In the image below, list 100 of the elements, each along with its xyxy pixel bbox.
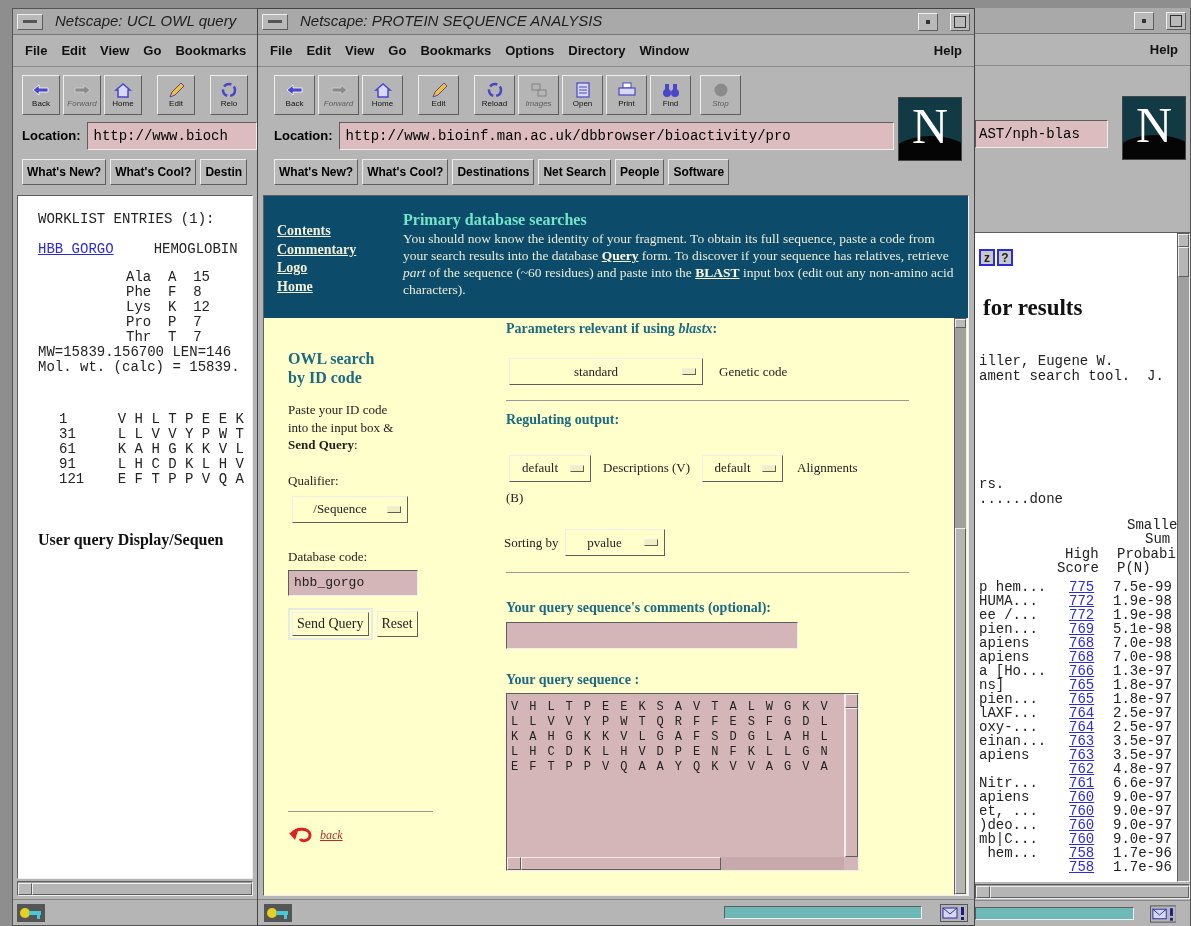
link[interactable]: 764 bbox=[1069, 705, 1095, 721]
directory-button[interactable]: People bbox=[615, 159, 665, 185]
menu-item[interactable]: Bookmarks bbox=[420, 40, 492, 61]
menu-item[interactable]: Help bbox=[933, 40, 962, 61]
table-cell: 1.7e-96 bbox=[1113, 846, 1172, 860]
link[interactable]: 760 bbox=[1069, 789, 1095, 805]
directory-button[interactable]: Net Search bbox=[538, 159, 612, 185]
toolbar-button[interactable]: Relo bbox=[210, 75, 248, 115]
link[interactable]: 768 bbox=[1069, 635, 1095, 651]
menu-item[interactable]: View bbox=[344, 40, 375, 61]
link[interactable]: 775 bbox=[1069, 579, 1095, 595]
location-label: Location: bbox=[22, 127, 81, 146]
link[interactable]: 772 bbox=[1069, 593, 1095, 609]
vertical-scrollbar[interactable] bbox=[1177, 233, 1190, 882]
toolbar-button[interactable]: Home bbox=[362, 75, 403, 115]
button[interactable]: ? bbox=[997, 249, 1013, 266]
menu-item[interactable]: Bookmarks bbox=[175, 40, 247, 61]
back-arrow-icon bbox=[31, 82, 51, 98]
nav-link[interactable]: Home bbox=[277, 277, 313, 296]
nav-link[interactable]: Contents bbox=[277, 222, 331, 241]
toolbar-button[interactable]: Print bbox=[606, 75, 647, 115]
directory-button[interactable]: Destinations bbox=[452, 159, 535, 185]
menu-item[interactable]: Options bbox=[505, 40, 555, 61]
directory-button[interactable]: What's Cool? bbox=[110, 159, 197, 185]
input-field[interactable] bbox=[506, 622, 798, 649]
table-cell: apiens bbox=[979, 789, 1030, 805]
link[interactable]: HBB_GORGO bbox=[38, 242, 114, 257]
input-field[interactable]: hbb_gorgo bbox=[288, 569, 418, 596]
menu-item[interactable]: File bbox=[270, 40, 293, 61]
link[interactable]: 772 bbox=[1069, 607, 1095, 623]
table-cell: ns] bbox=[979, 677, 1005, 693]
directory-button[interactable]: What's New? bbox=[22, 159, 107, 185]
nav-link[interactable]: Logo bbox=[277, 259, 308, 278]
link[interactable]: 760 bbox=[1069, 803, 1095, 819]
link[interactable]: Query bbox=[601, 248, 639, 263]
window-menu-button[interactable] bbox=[262, 13, 288, 30]
link[interactable]: 758 bbox=[1069, 845, 1095, 861]
toolbar-button[interactable]: Find bbox=[650, 75, 691, 115]
toolbar-button[interactable]: Edit bbox=[418, 75, 459, 115]
link[interactable]: back bbox=[320, 825, 343, 844]
button[interactable]: z bbox=[979, 249, 995, 266]
text: WORKLIST ENTRIES (1): bbox=[38, 212, 216, 227]
link[interactable]: 769 bbox=[1069, 621, 1095, 637]
toolbar-button[interactable]: Reload bbox=[474, 75, 515, 115]
toolbar-button[interactable]: Open bbox=[562, 75, 603, 115]
menu-item[interactable]: File bbox=[25, 40, 48, 61]
maximize-button[interactable] bbox=[1166, 11, 1186, 30]
mail-icon[interactable] bbox=[940, 903, 968, 922]
link[interactable]: 768 bbox=[1069, 649, 1095, 665]
location-field[interactable]: http://www.bioch bbox=[86, 122, 257, 150]
dropdown[interactable]: standard bbox=[509, 358, 703, 385]
table-cell: 4.8e-97 bbox=[1113, 762, 1172, 776]
link[interactable]: 760 bbox=[1069, 831, 1095, 847]
toolbar-button[interactable]: Back bbox=[22, 75, 60, 115]
link[interactable]: 761 bbox=[1069, 775, 1095, 791]
directory-button[interactable]: Destin bbox=[200, 159, 248, 185]
minimize-button[interactable] bbox=[1134, 11, 1154, 30]
vertical-scrollbar[interactable] bbox=[954, 318, 967, 895]
submit-button[interactable]: Send Query bbox=[292, 611, 369, 636]
table-cell: 1.9e-98 bbox=[1113, 608, 1172, 622]
dropdown[interactable]: /Sequence bbox=[292, 495, 408, 523]
horizontal-scrollbar[interactable] bbox=[975, 884, 1190, 899]
sequence-textarea[interactable]: V H L T P E E K S A V T A L W G K V L L V V Y P W T Q R F F E S F G D L K A H G K K V L G A F S D G L A H L L H C D K L H V D P E N F K L L G N E F T P P V Q A A Y Q K V V A G V A bbox=[506, 693, 859, 871]
link[interactable]: 758 bbox=[1069, 859, 1095, 875]
dropdown[interactable]: default bbox=[702, 454, 783, 482]
toolbar-button[interactable]: Back bbox=[274, 75, 315, 115]
dropdown[interactable]: pvalue bbox=[564, 529, 665, 556]
link[interactable]: 762 bbox=[1069, 761, 1095, 777]
menu-item[interactable]: Window bbox=[639, 40, 690, 61]
link[interactable]: 766 bbox=[1069, 663, 1095, 679]
toolbar-button[interactable]: Edit bbox=[157, 75, 195, 115]
reset-button[interactable]: Reset bbox=[376, 610, 418, 637]
toolbar-button[interactable]: Home bbox=[104, 75, 142, 115]
minimize-button[interactable] bbox=[918, 12, 938, 31]
link[interactable]: 760 bbox=[1069, 817, 1095, 833]
link[interactable]: 764 bbox=[1069, 719, 1095, 735]
link[interactable]: 765 bbox=[1069, 677, 1095, 693]
location-field[interactable]: http://www.bioinf.man.ac.uk/dbbrowser/bioactivity/pro bbox=[338, 122, 894, 150]
column-header: Smalle bbox=[1127, 518, 1177, 533]
directory-button[interactable]: What's Cool? bbox=[362, 159, 449, 185]
horizontal-scrollbar[interactable] bbox=[17, 881, 253, 896]
menu-item[interactable]: Edit bbox=[306, 40, 331, 61]
location-field[interactable]: AST/nph-blas bbox=[975, 120, 1108, 148]
menu-item[interactable]: Go bbox=[143, 40, 162, 61]
directory-button[interactable]: What's New? bbox=[274, 159, 359, 185]
directory-button[interactable]: Software bbox=[668, 159, 730, 185]
dropdown[interactable]: default bbox=[509, 454, 591, 482]
menu-item[interactable]: Directory bbox=[568, 40, 626, 61]
nav-link[interactable]: Commentary bbox=[277, 240, 357, 259]
maximize-button[interactable] bbox=[950, 12, 970, 31]
menu-item[interactable]: Help bbox=[1149, 39, 1178, 60]
menu-item[interactable]: Go bbox=[388, 40, 407, 61]
menu-item[interactable]: Edit bbox=[61, 40, 86, 61]
link[interactable]: 763 bbox=[1069, 747, 1095, 763]
link[interactable]: 763 bbox=[1069, 733, 1095, 749]
link[interactable]: 765 bbox=[1069, 691, 1095, 707]
mail-icon[interactable] bbox=[1149, 904, 1177, 923]
menu-item[interactable]: View bbox=[99, 40, 130, 61]
link[interactable]: BLAST bbox=[695, 265, 740, 280]
window-menu-button[interactable] bbox=[17, 13, 43, 30]
